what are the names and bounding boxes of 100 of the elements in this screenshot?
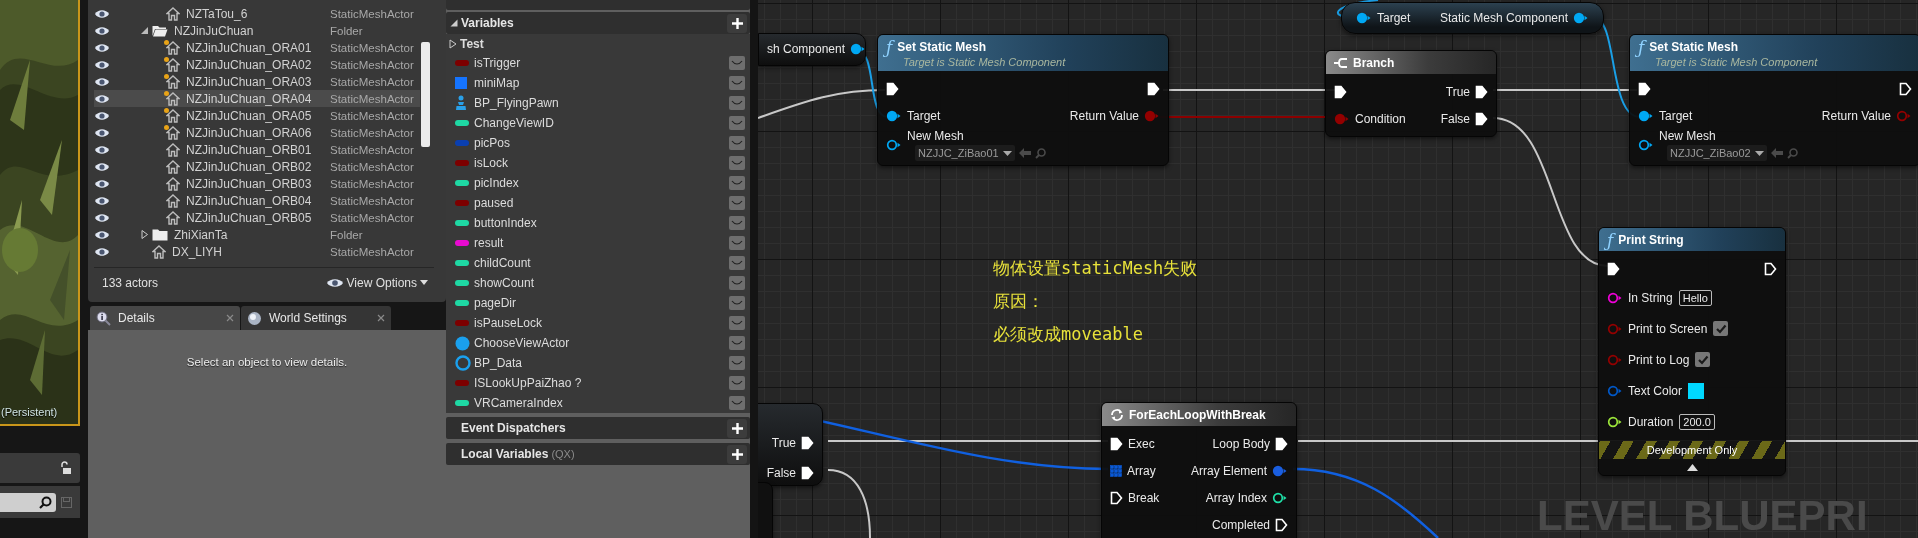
value-field[interactable]: 200.0 — [1679, 413, 1715, 430]
exec-pin[interactable] — [1607, 261, 1620, 276]
exec-pin[interactable] — [1475, 84, 1488, 99]
eye-icon[interactable] — [94, 25, 110, 36]
eye-icon[interactable] — [94, 76, 110, 87]
variable-name[interactable]: BP_FlyingPawn — [474, 96, 559, 110]
data-pin[interactable] — [1607, 415, 1623, 428]
expander-icon[interactable] — [140, 230, 149, 239]
panel-tab[interactable]: World Settings — [241, 306, 391, 330]
data-pin[interactable] — [1607, 291, 1623, 304]
eye-icon[interactable] — [94, 8, 110, 19]
variable-name[interactable]: pageDir — [474, 296, 517, 310]
eye-icon[interactable] — [94, 59, 110, 70]
eye-icon[interactable] — [94, 212, 110, 223]
outliner-row[interactable]: NZJinJuChuan_ORA03 StaticMeshActor — [94, 73, 420, 90]
visibility-toggle[interactable] — [729, 336, 745, 350]
outliner-row[interactable]: NZJinJuChuan_ORB03 StaticMeshActor — [94, 175, 420, 192]
variable-name[interactable]: ChooseViewActor — [474, 336, 570, 350]
variable-name[interactable]: showCount — [474, 276, 535, 290]
color-swatch[interactable] — [1688, 382, 1705, 399]
variable-name[interactable]: ISLookUpPaiZhao ? — [474, 376, 582, 390]
eye-icon[interactable] — [94, 229, 110, 240]
outliner-row[interactable]: NZJinJuChuan_ORA06 StaticMeshActor — [94, 124, 420, 141]
blueprint-node[interactable]: Branch True Condition False — [1325, 50, 1497, 137]
eye-icon[interactable] — [94, 161, 110, 172]
visibility-toggle[interactable] — [729, 256, 745, 270]
data-pin[interactable] — [850, 43, 865, 55]
outliner-row[interactable]: NZJinJuChuan_ORB05 StaticMeshActor — [94, 209, 420, 226]
data-pin[interactable] — [1638, 109, 1654, 122]
exec-pin[interactable] — [1275, 436, 1288, 451]
category-label[interactable]: Test — [460, 36, 484, 51]
exec-pin[interactable] — [1638, 81, 1651, 96]
blueprint-node[interactable]: sh Component — [758, 33, 866, 66]
blueprint-node[interactable]: ƒ Set Static Mesh Target is Static Mesh Component Target Return Value New Mesh NZJJC_ZiBao01 — [877, 34, 1169, 166]
visibility-toggle[interactable] — [729, 296, 745, 310]
visibility-toggle[interactable] — [729, 316, 745, 330]
variable-name[interactable]: ChangeViewID — [474, 116, 554, 130]
visibility-toggle[interactable] — [729, 76, 745, 90]
data-pin[interactable] — [1573, 12, 1589, 24]
data-pin[interactable] — [1272, 491, 1288, 504]
exec-pin[interactable] — [1334, 84, 1347, 99]
visibility-toggle[interactable] — [729, 96, 745, 110]
variable-name[interactable]: isTrigger — [474, 56, 521, 70]
visibility-toggle[interactable] — [729, 216, 745, 230]
blueprint-node[interactable]: ƒ Set Static Mesh Target is Static Mesh Component Target Return Value New Mesh NZJJC_ZiBao02 — [1629, 34, 1918, 166]
eye-icon[interactable] — [94, 110, 110, 121]
asset-dropdown[interactable]: NZJJC_ZiBao02 — [1667, 145, 1767, 161]
variable-name[interactable]: BP_Data — [474, 356, 523, 370]
add-button[interactable] — [727, 418, 747, 438]
exec-pin[interactable] — [1110, 490, 1123, 505]
value-field[interactable]: Hello — [1678, 289, 1712, 306]
panel-tab[interactable]: Details — [90, 306, 240, 330]
blueprint-node[interactable]: True False — [758, 403, 823, 486]
blueprint-node[interactable]: Target Static Mesh Component — [1341, 2, 1604, 34]
visibility-toggle[interactable] — [729, 236, 745, 250]
checkbox[interactable] — [1713, 321, 1729, 336]
eye-icon[interactable] — [94, 42, 110, 53]
variable-name[interactable]: VRCameraIndex — [474, 396, 563, 410]
collapse-arrow-icon[interactable] — [1686, 463, 1698, 471]
close-icon[interactable] — [377, 314, 385, 322]
array-pin[interactable] — [1110, 464, 1122, 477]
expander-icon[interactable] — [450, 19, 458, 27]
blueprint-node[interactable]: ƒ Print String In String Hello Print to Screen Print to Log Text Color Duration 200.0 Development Only — [1598, 227, 1786, 476]
add-button[interactable] — [727, 444, 747, 464]
search-field[interactable] — [0, 492, 56, 512]
data-pin[interactable] — [886, 139, 902, 151]
visibility-toggle[interactable] — [729, 156, 745, 170]
eye-icon[interactable] — [94, 195, 110, 206]
blueprint-node[interactable]: ForEachLoopWithBreak Exec Loop Body Array Array Element Break Array Index Completed — [1101, 402, 1297, 538]
outliner-row[interactable]: ZhiXianTa Folder — [94, 226, 420, 243]
visibility-toggle[interactable] — [729, 196, 745, 210]
outliner-row[interactable]: NZTaTou_6 StaticMeshActor — [94, 5, 420, 22]
variable-name[interactable]: miniMap — [474, 76, 520, 90]
variable-name[interactable]: buttonIndex — [474, 216, 537, 230]
outliner-row[interactable]: NZJinJuChuan_ORA01 StaticMeshActor — [94, 39, 420, 56]
exec-pin[interactable] — [1275, 517, 1288, 532]
visibility-toggle[interactable] — [729, 116, 745, 130]
visibility-toggle[interactable] — [729, 176, 745, 190]
section-header[interactable]: Event Dispatchers — [446, 417, 750, 439]
lock-icon[interactable] — [60, 461, 72, 475]
exec-pin[interactable] — [1110, 436, 1123, 451]
exec-pin[interactable] — [801, 436, 814, 450]
expander-icon[interactable] — [140, 26, 149, 35]
eye-icon[interactable] — [94, 178, 110, 189]
eye-icon[interactable] — [94, 144, 110, 155]
exec-pin[interactable] — [801, 466, 814, 480]
visibility-toggle[interactable] — [729, 276, 745, 290]
close-icon[interactable] — [226, 314, 234, 322]
eye-icon[interactable] — [94, 246, 110, 257]
exec-pin[interactable] — [886, 81, 899, 96]
variable-name[interactable]: isPauseLock — [474, 316, 543, 330]
exec-pin[interactable] — [1475, 111, 1488, 126]
outliner-row[interactable]: NZJinJuChuan_ORB04 StaticMeshActor — [94, 192, 420, 209]
variable-name[interactable]: isLock — [474, 156, 508, 170]
variable-name[interactable]: childCount — [474, 256, 531, 270]
visibility-toggle[interactable] — [729, 396, 745, 410]
data-pin[interactable] — [1638, 139, 1654, 151]
view-options-button[interactable]: View Options — [325, 275, 428, 290]
outliner-row[interactable]: DX_LIYH StaticMeshActor — [94, 243, 420, 260]
exec-pin[interactable] — [1764, 261, 1777, 276]
